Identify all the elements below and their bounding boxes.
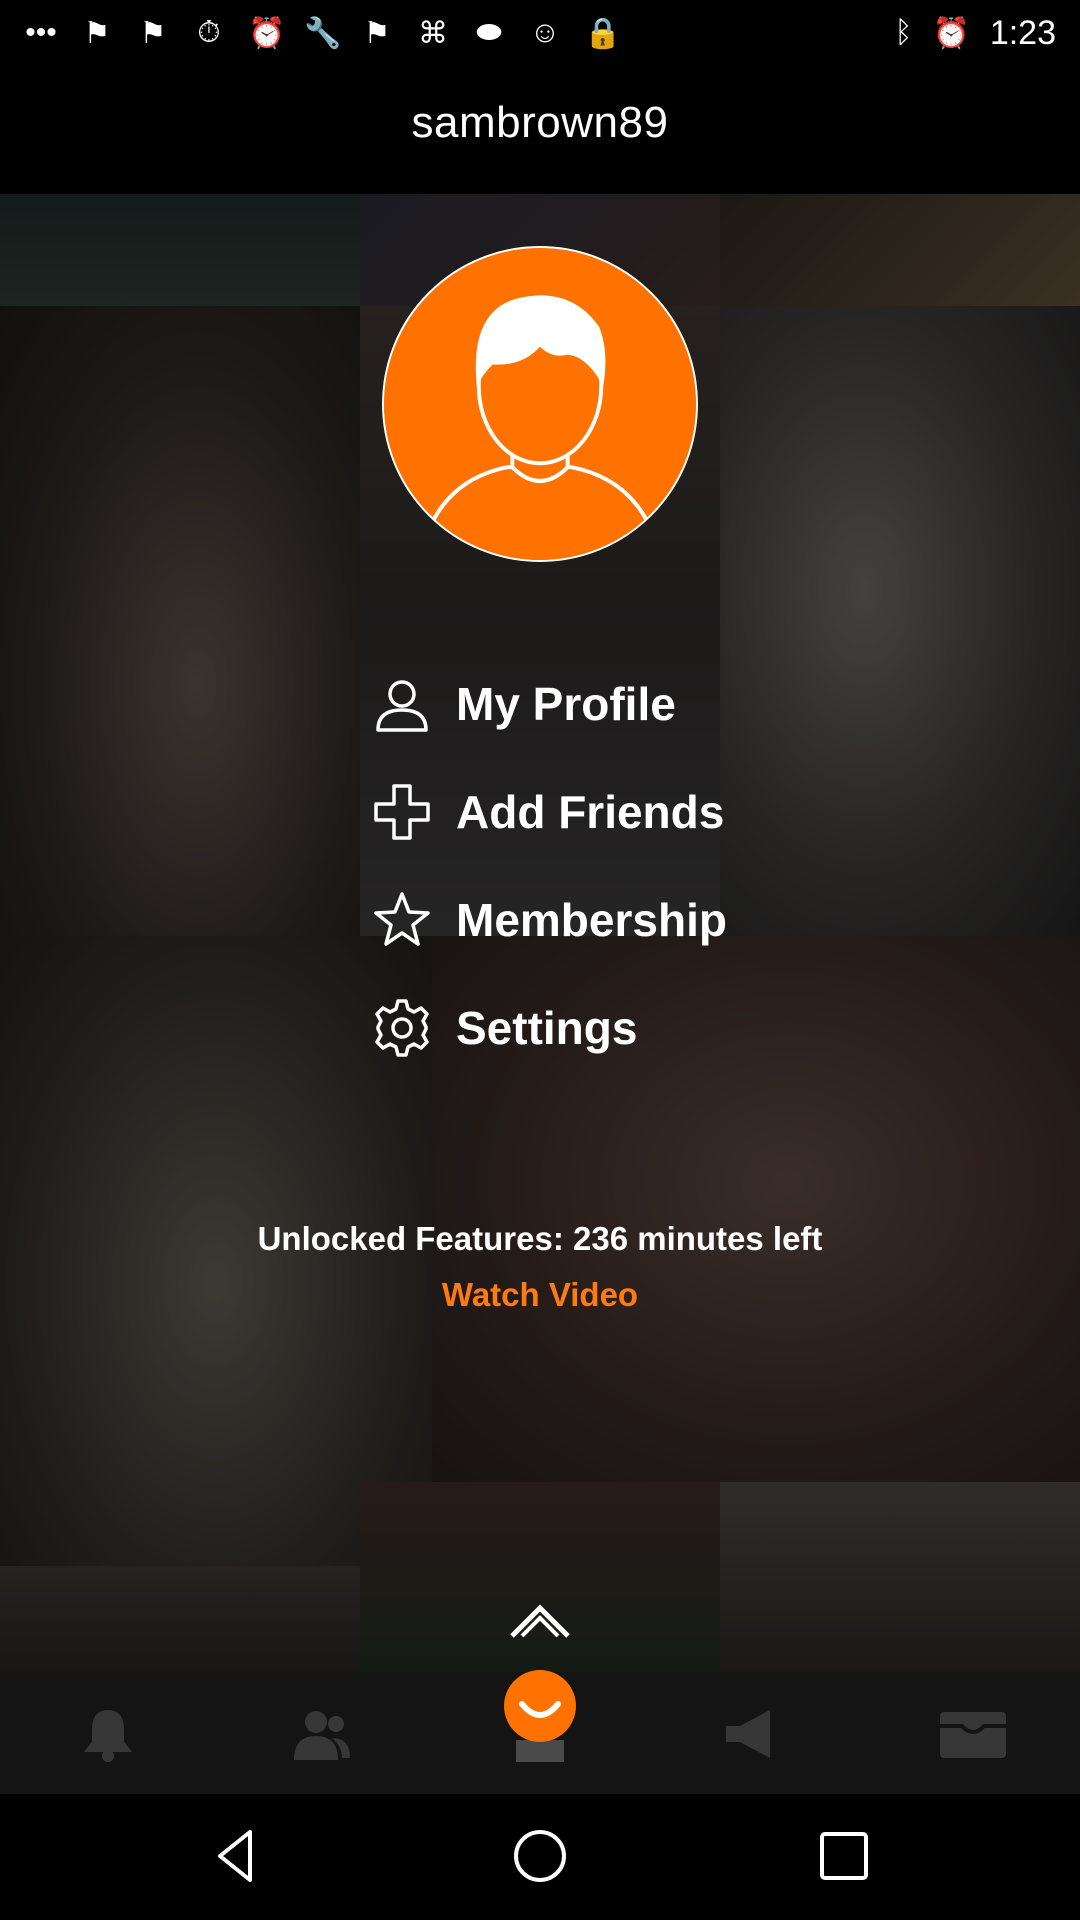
username-title: sambrown89 [411, 98, 669, 147]
more-icon: ••• [25, 16, 57, 49]
chevron-up-icon[interactable] [508, 1600, 572, 1640]
menu-item-settings[interactable]: Settings [370, 974, 890, 1082]
plus-icon [370, 780, 434, 844]
watch-video-link[interactable]: Watch Video [0, 1276, 1080, 1314]
wrench-icon: 🔧 [304, 16, 342, 50]
smile-icon [519, 1701, 561, 1718]
system-navigation-bar [0, 1794, 1080, 1920]
lock-icon: 🔒 [584, 16, 622, 50]
center-smile-button[interactable] [504, 1670, 576, 1742]
menu-item-my-profile[interactable]: My Profile [370, 650, 890, 758]
menu-item-label: Settings [456, 1002, 638, 1054]
status-icons: ••• ⚑ ⚑ ⏱ ⏰ 🔧 ⚑ ⌘ ⬬ ☺ 🔒 [24, 16, 894, 51]
star-icon [370, 888, 434, 952]
menu-item-add-friends[interactable]: Add Friends [370, 758, 890, 866]
megaphone-icon[interactable] [722, 1706, 782, 1762]
recents-icon[interactable] [812, 1824, 876, 1888]
timer-icon: ⏱ [197, 16, 221, 49]
bluetooth-icon: ᛒ [894, 16, 913, 49]
notifications-icon[interactable] [78, 1706, 138, 1762]
status-bar: ••• ⚑ ⚑ ⏱ ⏰ 🔧 ⚑ ⌘ ⬬ ☺ 🔒 ᛒ ⏰ 1:23 [0, 0, 1080, 66]
alarm-icon: ⏰ [248, 16, 286, 50]
menu-item-label: Add Friends [456, 786, 725, 838]
smile-icon: ☺ [529, 16, 561, 49]
fox-sports-icon: ⬬ [476, 16, 502, 49]
friends-icon[interactable] [292, 1706, 352, 1762]
menu-item-label: Membership [456, 894, 727, 946]
avatar[interactable] [382, 246, 698, 562]
jet-icon: ⌘ [418, 16, 448, 50]
unlocked-features-text: Unlocked Features: 236 minutes left [257, 1220, 823, 1257]
fantasy-icon: ⚑ [83, 16, 111, 50]
person-icon [370, 672, 434, 736]
profile-menu: My Profile Add Friends Membership Settin… [370, 650, 890, 1082]
home-circle-icon[interactable] [508, 1824, 572, 1888]
fantasy-icon: ⚑ [363, 16, 391, 50]
back-icon[interactable] [206, 1824, 270, 1888]
menu-item-membership[interactable]: Membership [370, 866, 890, 974]
menu-item-label: My Profile [456, 678, 676, 730]
clock: 1:23 [989, 13, 1056, 52]
alarm-icon: ⏰ [932, 16, 970, 50]
gear-icon [370, 996, 434, 1060]
default-avatar-icon [384, 248, 696, 560]
inbox-icon[interactable] [938, 1706, 1008, 1762]
fantasy-icon: ⚑ [139, 16, 167, 50]
